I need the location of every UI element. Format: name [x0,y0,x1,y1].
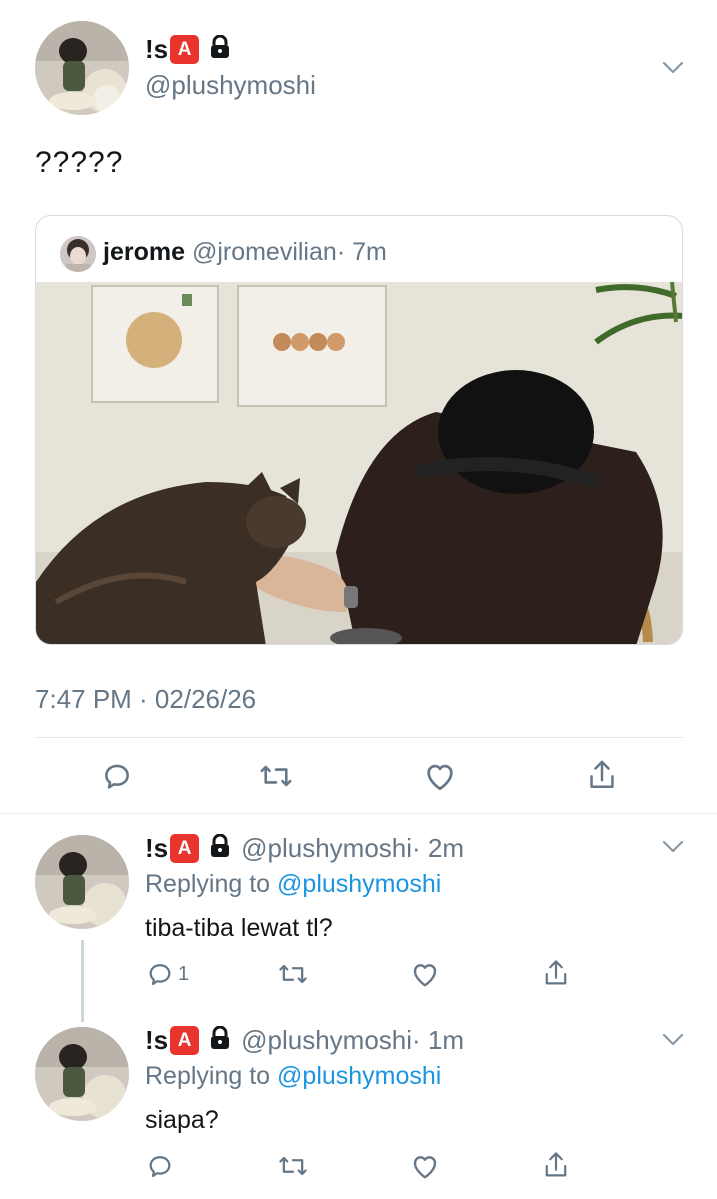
retweet-icon [260,765,292,787]
reply-avatar[interactable] [35,835,129,929]
display-name[interactable]: !s [145,833,168,864]
share-button[interactable] [586,758,618,792]
reply-handle[interactable]: @plushymoshi [241,833,412,864]
like-button[interactable] [410,1152,440,1180]
share-button[interactable] [542,958,570,988]
lock-icon [209,34,231,64]
reply-avatar[interactable] [35,1027,129,1121]
retweet-button[interactable] [277,1152,309,1180]
tweet-text: ????? [35,146,124,179]
retweet-button[interactable] [258,760,294,792]
display-name[interactable]: !s [145,34,168,65]
like-icon [413,964,437,987]
reply-button[interactable] [101,760,133,792]
quoted-age: · 7m [336,238,387,266]
replying-to: Replying to @plushymoshi [145,870,441,899]
quoted-header: jerome @jromevilian· 7m [103,238,387,267]
retweet-icon [279,964,307,984]
replying-to-prefix: Replying to [145,870,278,898]
reply-button[interactable] [146,1152,174,1180]
replying-to: Replying to @plushymoshi [145,1062,441,1091]
like-icon [427,764,453,791]
chevron-down-icon[interactable] [662,1033,684,1047]
a-badge-emoji: A [170,834,200,863]
share-icon [545,960,567,985]
retweet-icon [279,1156,307,1176]
reply-name-row: !s A @plushymoshi · 1m [145,1025,464,1056]
share-icon [545,1152,567,1177]
reply-text: siapa? [145,1106,219,1134]
a-badge-emoji: A [170,35,200,64]
quoted-avatar [60,236,96,272]
replying-to-link[interactable]: @plushymoshi [277,1062,441,1090]
divider [35,737,683,738]
reply-button[interactable]: 1 [146,960,189,988]
main-avatar[interactable] [35,21,129,115]
reply-icon [149,1156,171,1178]
lock-icon [209,833,231,863]
like-button[interactable] [410,960,440,988]
main-handle[interactable]: @plushymoshi [145,70,316,101]
reply-handle[interactable]: @plushymoshi [241,1025,412,1056]
reply-age: · 1m [412,1025,465,1055]
chevron-down-icon[interactable] [662,840,684,854]
tweet-timestamp[interactable]: 7:47 PM · 02/26/26 [35,684,256,715]
reply-name-row: !s A @plushymoshi · 2m [145,833,464,864]
reply-count: 1 [178,962,190,985]
quoted-photo[interactable] [36,282,682,644]
like-button[interactable] [423,760,457,792]
reply-icon [105,764,129,789]
thread-connector [81,940,84,1022]
display-name[interactable]: !s [145,1025,168,1056]
quoted-name: jerome [103,238,185,266]
chevron-down-icon[interactable] [662,61,684,75]
divider [0,813,717,814]
lock-icon [209,1025,231,1055]
replying-to-link[interactable]: @plushymoshi [277,870,441,898]
main-name-row: !s A [145,34,231,65]
quoted-tweet-card[interactable]: jerome @jromevilian· 7m [35,215,683,645]
a-badge-emoji: A [170,1026,200,1055]
reply-text: tiba-tiba lewat tl? [145,914,333,942]
replying-to-prefix: Replying to [145,1062,278,1090]
quoted-handle: @jromevilian [191,238,337,266]
retweet-button[interactable] [277,960,309,988]
share-button[interactable] [542,1150,570,1180]
reply-icon [149,964,171,986]
like-icon [413,1156,437,1179]
share-icon [590,760,614,789]
reply-age: · 2m [412,833,465,863]
